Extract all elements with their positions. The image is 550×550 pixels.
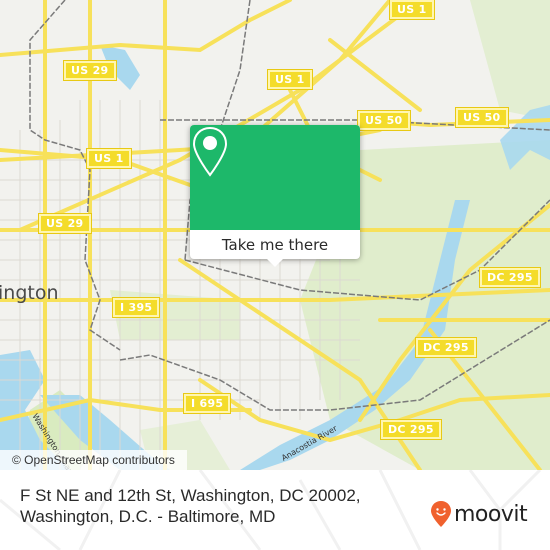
- highway-shield: DC 295: [380, 419, 442, 440]
- highway-shield: US 50: [357, 110, 411, 131]
- location-pin-icon: [192, 126, 228, 177]
- address-line-2: Washington, D.C. - Baltimore, MD: [20, 507, 276, 526]
- highway-shield: US 1: [86, 148, 132, 169]
- highway-shield: DC 295: [479, 267, 541, 288]
- moovit-pin-icon: [431, 501, 451, 527]
- city-label: ington: [0, 282, 59, 304]
- popup-header: [190, 125, 360, 230]
- moovit-wordmark: moovit: [454, 501, 528, 527]
- footer: F St NE and 12th St, Washington, DC 2000…: [0, 470, 550, 550]
- address-line-1: F St NE and 12th St, Washington, DC 2000…: [20, 486, 361, 505]
- highway-shield: US 50: [455, 107, 509, 128]
- map-view[interactable]: US 1 US 29 US 1 US 1 US 50 US 50 US 29 I…: [0, 0, 550, 470]
- popup-pointer: [266, 258, 284, 267]
- highway-shield: DC 295: [415, 337, 477, 358]
- highway-shield: US 29: [63, 60, 117, 81]
- destination-popup: Take me there: [190, 125, 360, 267]
- highway-shield: US 29: [38, 213, 92, 234]
- highway-shield: US 1: [267, 69, 313, 90]
- moovit-logo: moovit: [430, 500, 528, 528]
- highway-shield: US 1: [389, 0, 435, 20]
- take-me-there-button[interactable]: Take me there: [190, 230, 360, 259]
- highway-shield: I 395: [111, 297, 161, 318]
- map-attribution[interactable]: © OpenStreetMap contributors: [0, 450, 187, 470]
- highway-shield: I 695: [182, 393, 232, 414]
- address-text: F St NE and 12th St, Washington, DC 2000…: [20, 485, 361, 527]
